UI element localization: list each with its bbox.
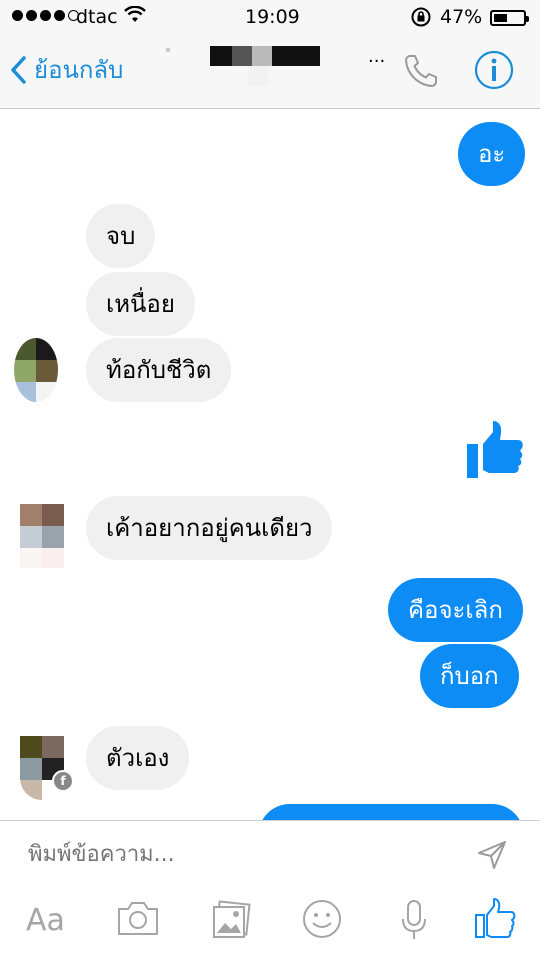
rotation-lock-icon xyxy=(410,6,432,33)
message-bubble[interactable]: จบ xyxy=(86,204,156,268)
message-bubble[interactable]: อะ xyxy=(458,122,526,186)
carrier-name: dtac xyxy=(76,6,118,28)
battery-percent: 47% xyxy=(440,6,483,28)
message-bubble-partial[interactable] xyxy=(258,804,524,820)
nav-bar: ย้อนกลับ ... xyxy=(0,36,540,109)
facebook-badge-icon: f xyxy=(52,770,74,792)
camera-icon[interactable] xyxy=(116,899,160,941)
message-bubble[interactable]: เค้าอยากอยู่คนเดียว xyxy=(86,496,333,560)
contact-name-redacted[interactable] xyxy=(160,40,360,86)
avatar[interactable] xyxy=(14,338,58,402)
signal-strength-icon xyxy=(12,10,79,21)
send-icon[interactable] xyxy=(476,839,508,875)
back-label: ย้อนกลับ xyxy=(34,56,124,84)
text-format-button[interactable]: Aa xyxy=(26,903,65,938)
chevron-left-icon xyxy=(11,55,26,84)
message-bubble[interactable]: ตัวเอง xyxy=(86,726,190,790)
composer-toolbar: Aa xyxy=(0,897,540,949)
composer: Aa xyxy=(0,820,540,961)
avatar[interactable] xyxy=(20,504,64,568)
message-input[interactable] xyxy=(26,841,450,868)
message-bubble[interactable]: ท้อกับชีวิต xyxy=(86,338,232,402)
clock: 19:09 xyxy=(245,6,300,28)
microphone-icon[interactable] xyxy=(400,899,428,945)
status-bar: dtac 19:09 47% xyxy=(0,0,540,36)
title-ellipsis: ... xyxy=(368,46,386,67)
message-bubble[interactable]: ก็บอก xyxy=(420,644,519,708)
info-icon[interactable] xyxy=(474,50,514,94)
thumbs-up-icon[interactable] xyxy=(474,897,516,943)
phone-icon[interactable] xyxy=(402,52,440,94)
gallery-icon[interactable] xyxy=(210,899,252,945)
message-bubble[interactable]: คือจะเลิก xyxy=(388,578,523,642)
thumbs-up-icon[interactable] xyxy=(466,418,524,484)
message-thread[interactable]: อะ จบ เหนื่อย ท้อกับชีวิต เค้าอยากอยู่คน… xyxy=(0,108,540,820)
message-bubble[interactable]: เหนื่อย xyxy=(86,272,195,336)
back-button[interactable]: ย้อนกลับ xyxy=(10,50,123,89)
emoji-icon[interactable] xyxy=(302,899,342,943)
wifi-icon xyxy=(124,5,146,29)
battery-icon xyxy=(490,10,529,26)
